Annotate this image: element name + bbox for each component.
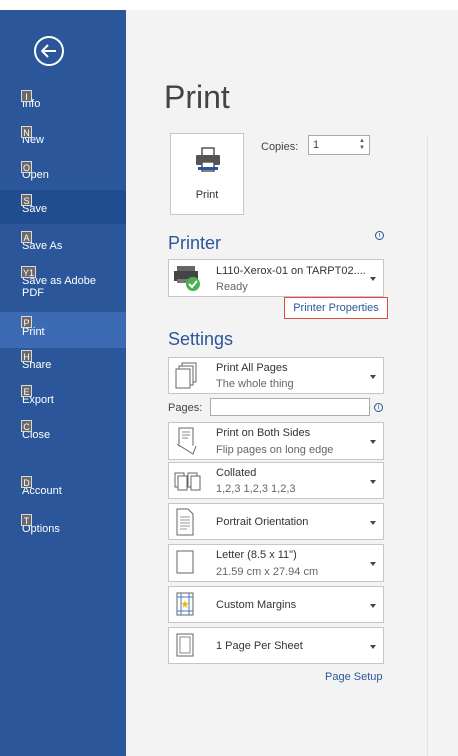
copies-label: Copies: bbox=[261, 141, 299, 153]
collated-icon bbox=[174, 472, 201, 490]
pages-per-sheet-dropdown[interactable]: 1 Page Per Sheet bbox=[168, 627, 384, 664]
nav-item-label: Info bbox=[22, 98, 41, 110]
chevron-down-icon bbox=[370, 440, 376, 444]
nav-item-save[interactable]: S Save bbox=[0, 190, 126, 224]
nav-item-label: Save bbox=[22, 203, 48, 215]
orientation-dropdown[interactable]: Portrait Orientation bbox=[168, 503, 384, 540]
print-what-sub: The whole thing bbox=[216, 378, 294, 390]
nav-item-print[interactable]: P Print bbox=[0, 312, 126, 348]
duplex-icon bbox=[176, 427, 197, 455]
nav-item-label: Close bbox=[22, 429, 51, 441]
page-setup-link[interactable]: Page Setup bbox=[325, 671, 383, 683]
chevron-down-icon bbox=[370, 520, 376, 525]
pages-input[interactable] bbox=[210, 398, 370, 416]
sides-sub: Flip pages on long edge bbox=[216, 444, 334, 456]
chevron-down-icon bbox=[370, 277, 376, 281]
collation-main: Collated bbox=[216, 467, 257, 479]
collation-dropdown[interactable]: Collated 1,2,3 1,2,3 1,2,3 bbox=[168, 462, 384, 499]
chevron-down-icon bbox=[370, 479, 376, 484]
printer-info-icon[interactable]: i bbox=[375, 231, 384, 240]
keytip-badge: E bbox=[21, 385, 32, 397]
copies-value: 1 bbox=[313, 139, 320, 151]
paper-size-dropdown[interactable]: Letter (8.5 x 11") 21.59 cm x 27.94 cm bbox=[168, 544, 384, 582]
backstage-nav: I Info N New O Open S Save A Save As Y1 … bbox=[0, 10, 126, 756]
paper-size-main: Letter (8.5 x 11") bbox=[216, 549, 297, 561]
one-page-per-sheet-icon bbox=[176, 633, 194, 656]
keytip-badge: H bbox=[21, 350, 32, 362]
pages-stack-icon bbox=[175, 362, 197, 388]
orientation-main: Portrait Orientation bbox=[216, 516, 309, 528]
keytip-badge: S bbox=[21, 194, 32, 206]
nav-item-label: Share bbox=[22, 359, 52, 371]
letter-paper-icon bbox=[176, 550, 194, 574]
nav-item-new[interactable]: N New bbox=[0, 126, 126, 150]
printer-properties-link[interactable]: Printer Properties bbox=[284, 297, 388, 319]
print-button-label: Print bbox=[195, 189, 219, 201]
keytip-badge: C bbox=[21, 420, 32, 432]
nav-item-label: Print bbox=[22, 326, 45, 338]
print-what-main: Print All Pages bbox=[216, 362, 288, 374]
keytip-badge: D bbox=[21, 476, 32, 488]
nav-item-label: Save As bbox=[22, 240, 63, 252]
chevron-down-icon bbox=[370, 562, 376, 566]
nav-item-label: New bbox=[22, 134, 45, 146]
copies-stepper[interactable]: 1 ▲ ▼ bbox=[308, 135, 370, 155]
sides-dropdown[interactable]: Print on Both Sides Flip pages on long e… bbox=[168, 422, 384, 460]
pages-label: Pages: bbox=[168, 402, 203, 414]
back-arrow-icon bbox=[41, 44, 56, 58]
nav-item-open[interactable]: O Open bbox=[0, 161, 126, 187]
collation-sub: 1,2,3 1,2,3 1,2,3 bbox=[216, 483, 296, 495]
keytip-badge: Y1 bbox=[21, 266, 37, 278]
spin-up-icon[interactable]: ▲ bbox=[358, 138, 366, 145]
chevron-down-icon bbox=[370, 644, 376, 649]
margins-main: Custom Margins bbox=[216, 599, 297, 611]
nav-item-save-as-pdf[interactable]: Y1 Save as Adobe PDF bbox=[0, 266, 126, 304]
printer-icon bbox=[196, 147, 220, 172]
nav-item-options[interactable]: T Options bbox=[0, 514, 126, 540]
keytip-badge: A bbox=[21, 231, 32, 243]
back-button[interactable] bbox=[34, 36, 64, 66]
nav-item-label: Account bbox=[22, 485, 62, 497]
sides-main: Print on Both Sides bbox=[216, 427, 311, 439]
spin-arrows: ▲ ▼ bbox=[358, 138, 366, 152]
print-button[interactable]: Print bbox=[170, 133, 244, 215]
keytip-badge: N bbox=[21, 126, 32, 138]
keytip-badge: O bbox=[21, 161, 33, 173]
custom-margins-icon bbox=[176, 592, 194, 615]
keytip-badge: P bbox=[21, 316, 32, 328]
nav-item-label: Export bbox=[22, 394, 54, 406]
paper-size-sub: 21.59 cm x 27.94 cm bbox=[216, 566, 319, 578]
keytip-badge: I bbox=[21, 90, 32, 102]
print-what-dropdown[interactable]: Print All Pages The whole thing bbox=[168, 357, 384, 394]
margins-dropdown[interactable]: Custom Margins bbox=[168, 586, 384, 623]
printer-name: L110-Xerox-01 on TARPT02.... bbox=[216, 265, 366, 277]
preview-divider bbox=[427, 135, 428, 756]
pages-info-icon[interactable]: i bbox=[374, 403, 383, 412]
chevron-down-icon bbox=[370, 374, 376, 379]
spin-down-icon[interactable]: ▼ bbox=[358, 145, 366, 152]
printer-heading: Printer bbox=[168, 233, 222, 253]
page-title: Print bbox=[164, 79, 230, 115]
settings-heading: Settings bbox=[168, 329, 234, 349]
portrait-page-icon bbox=[176, 508, 194, 535]
nav-item-label: Open bbox=[22, 169, 49, 181]
printer-status: Ready bbox=[216, 281, 248, 293]
nav-item-export[interactable]: E Export bbox=[0, 385, 126, 411]
nav-item-save-as[interactable]: A Save As bbox=[0, 231, 126, 257]
printer-ready-icon bbox=[174, 266, 200, 291]
chevron-down-icon bbox=[370, 603, 376, 608]
nav-item-info[interactable]: I Info bbox=[0, 90, 126, 114]
keytip-badge: T bbox=[21, 514, 32, 526]
printer-dropdown[interactable]: L110-Xerox-01 on TARPT02.... Ready bbox=[168, 259, 384, 297]
pages-per-sheet-main: 1 Page Per Sheet bbox=[216, 640, 303, 652]
nav-item-share[interactable]: H Share bbox=[0, 350, 126, 376]
nav-item-close[interactable]: C Close bbox=[0, 420, 126, 446]
nav-item-account[interactable]: D Account bbox=[0, 476, 126, 502]
nav-item-label: Options bbox=[22, 523, 60, 535]
